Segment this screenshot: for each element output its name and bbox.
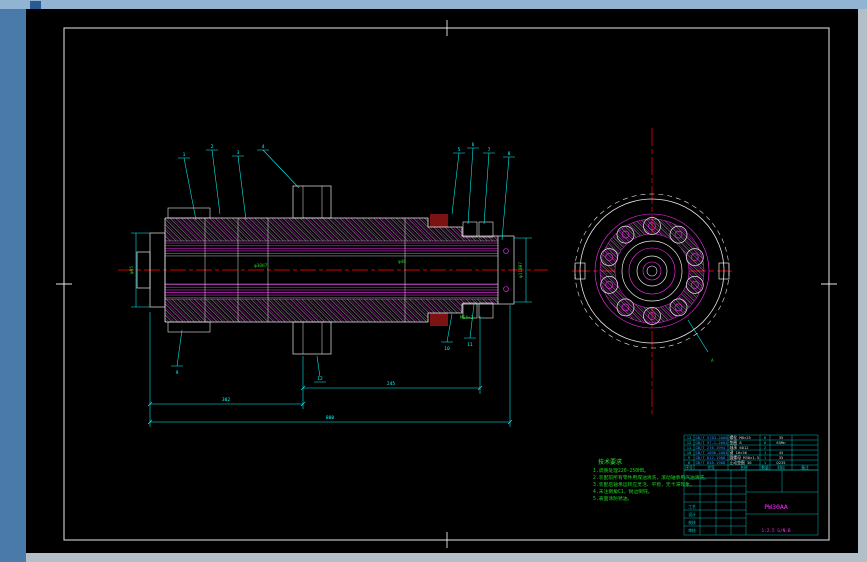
balloon-label: 3 (237, 150, 240, 156)
note-line-2: 2.装配前所有零件用煤油清洗，滚动轴承用汽油清洗。 (593, 474, 709, 481)
seal-bottom (430, 313, 448, 326)
shaft-spline-top (165, 241, 498, 256)
app-window: 1 2 3 4 5 6 7 8 9 10 11 12 245 302 800 φ… (0, 0, 867, 562)
note-line-5: 5.表面涂防锈油。 (593, 495, 632, 502)
balloon-label: 11 (467, 342, 473, 348)
dim-text-d1: 245 (387, 381, 396, 387)
titleblock-label: 工艺 (688, 504, 696, 509)
titleblock-label: 设计 (688, 512, 696, 517)
dim-text-d2: 302 (222, 397, 231, 403)
header-name: 名称 (740, 465, 748, 470)
dim-text-left-dia: φ95 (129, 266, 135, 274)
dim-text-right-dia: φ110H7 (518, 262, 524, 278)
balloon-label: 5 (458, 147, 461, 153)
dim-text-thread: M64×2 (460, 315, 474, 321)
note-line-4: 4.未注倒角C1，锐边倒钝。 (593, 488, 653, 495)
balloon-label: 10 (444, 346, 450, 352)
seal-top (430, 214, 448, 227)
titleblock-label: 审核 (688, 528, 696, 533)
balloon-label: 7 (488, 147, 491, 153)
header-mat: 材料 (777, 465, 785, 470)
header-code: 代号 (707, 465, 715, 470)
header-idx: 序号 (685, 465, 693, 470)
balloon-label: 1 (183, 152, 186, 158)
balloon-label: 2 (211, 144, 214, 150)
balloon-label: 8 (508, 151, 511, 157)
balloon-label: 4 (262, 144, 265, 150)
note-line-1: 1.调质处理220-250HB。 (593, 467, 649, 474)
dim-text-bore2: φ48 (398, 259, 406, 265)
dim-text-bore1: φ30H7 (254, 263, 268, 269)
part-mat: 65Mn (776, 440, 785, 445)
annulus-inner-edge (614, 233, 690, 309)
header-qty: 数量 (761, 465, 769, 470)
note-title: 技术要求 (598, 458, 622, 466)
drawing-number: PW30AA (764, 503, 788, 511)
window-top-strip (0, 0, 867, 9)
window-icon (30, 1, 41, 10)
note-line-3: 3.装配后轴承运转应灵活、平稳，无卡滞现象。 (593, 481, 695, 488)
dim-text-overall: 800 (326, 415, 335, 421)
window-left-strip (0, 9, 26, 562)
screenshot-root: 1 2 3 4 5 6 7 8 9 10 11 12 245 302 800 φ… (0, 0, 867, 562)
drawing-scale: 1:2.5 G/N.B (761, 528, 790, 534)
titleblock-label: 校核 (688, 520, 696, 525)
view-label-a: A (711, 358, 714, 364)
header-note: 备注 (801, 465, 809, 470)
balloon-label: 6 (472, 142, 475, 148)
balloon-label: 9 (176, 370, 179, 376)
cad-canvas[interactable] (26, 9, 858, 553)
balloon-label: 12 (317, 376, 323, 382)
shaft-spline-bottom (165, 284, 498, 299)
